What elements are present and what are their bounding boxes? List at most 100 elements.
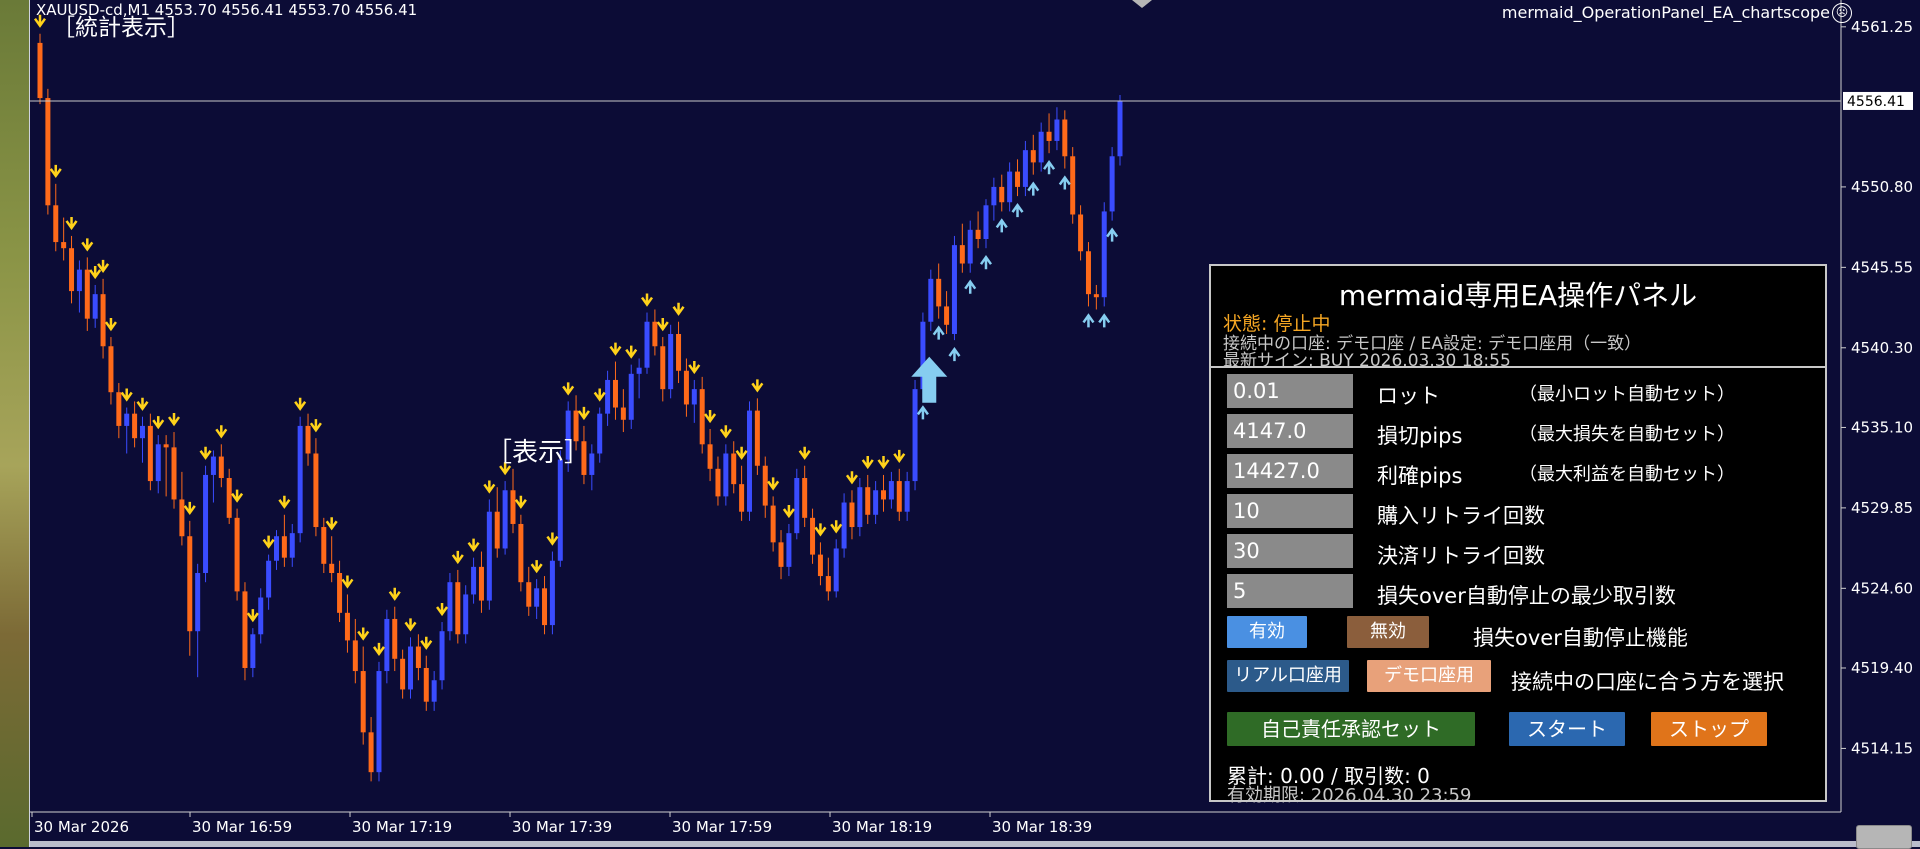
candle-body: [881, 490, 887, 500]
close-retry-input[interactable]: 30: [1227, 534, 1353, 568]
candle-body: [668, 333, 674, 390]
candle-body: [179, 499, 185, 537]
candle-body: [321, 527, 327, 564]
price-tick-label: 4529.85: [1851, 499, 1913, 517]
sell-signal-arrow: [372, 642, 385, 657]
scroll-button[interactable]: [1856, 825, 1912, 849]
candle-body: [746, 410, 752, 512]
candle-body: [652, 321, 658, 347]
candle-body: [999, 186, 1005, 203]
candle-body: [463, 594, 469, 635]
sell-signal-arrow: [81, 238, 94, 252]
real-account-button[interactable]: リアル口座用: [1227, 660, 1349, 692]
candle-body: [731, 453, 737, 485]
candle-body: [825, 576, 831, 592]
ea-operation-panel: mermaid専用EA操作パネル 状態: 停止中 接続中の口座: デモ口座 / …: [1209, 264, 1827, 806]
candle-body: [344, 612, 350, 641]
enable-button[interactable]: 有効: [1227, 616, 1307, 648]
takeprofit-input[interactable]: 14427.0: [1227, 454, 1353, 488]
candle-body: [61, 242, 67, 249]
candle-body: [478, 566, 484, 601]
price-tick-label: 4519.40: [1851, 659, 1913, 677]
top-marker-icon: [1132, 0, 1152, 8]
candle-body: [597, 413, 603, 454]
candle-body: [486, 511, 492, 601]
takeprofit-label: 利確pips: [1377, 464, 1463, 488]
sell-signal-arrow: [167, 413, 181, 427]
candle-body: [384, 618, 390, 672]
candle-body: [69, 248, 75, 292]
takeprofit-note: （最大利益を自動セット）: [1519, 464, 1735, 485]
sell-signal-arrow: [814, 523, 827, 537]
confirm-button[interactable]: 自己責任承認セット: [1227, 712, 1475, 746]
candle-body: [439, 631, 445, 681]
start-button[interactable]: スタート: [1509, 712, 1625, 746]
candle-body: [865, 487, 871, 515]
sell-signal-arrow: [688, 360, 701, 375]
candle-body: [155, 444, 161, 482]
ea-name: mermaid_OperationPanel_EA_chartscope: [1501, 3, 1830, 22]
candle-body: [313, 453, 319, 528]
time-tick-label: 30 Mar 18:39: [992, 818, 1092, 836]
buy-signal-arrow: [1027, 181, 1040, 196]
candle-body: [147, 425, 153, 482]
lot-input[interactable]: 0.01: [1227, 374, 1353, 408]
candle-body: [936, 278, 942, 307]
panel-divider: [1211, 366, 1825, 368]
candle-body: [549, 560, 555, 626]
display-label[interactable]: ［表示］: [486, 432, 590, 469]
sell-signal-arrow: [704, 409, 717, 424]
sell-signal-arrow: [514, 495, 527, 509]
candle-body: [739, 484, 745, 512]
buy-retry-input[interactable]: 10: [1227, 494, 1353, 528]
time-tick-label: 30 Mar 17:19: [352, 818, 452, 836]
sell-signal-arrow: [420, 636, 433, 650]
sell-signal-arrow: [735, 446, 748, 460]
candle-body: [45, 98, 51, 206]
time-tick-label: 30 Mar 16:59: [192, 818, 292, 836]
candle-body: [841, 502, 847, 549]
candle-body: [431, 680, 437, 702]
price-tick-label: 4545.55: [1851, 258, 1913, 276]
sell-signal-arrow: [845, 471, 858, 485]
sell-signal-arrow: [467, 538, 480, 552]
sell-signal-arrow: [65, 216, 78, 231]
background-strip: [0, 0, 30, 847]
sell-signal-arrow: [436, 603, 449, 617]
candle-body: [455, 582, 461, 635]
candle-body: [589, 453, 595, 475]
ea-remove-icon[interactable]: ☹: [1832, 3, 1852, 23]
candle-body: [683, 370, 689, 405]
candle-body: [218, 456, 224, 479]
sell-signal-arrow: [483, 480, 496, 494]
candle-body: [281, 536, 287, 558]
sell-signal-arrow: [388, 587, 401, 601]
bottom-scrollbar[interactable]: [30, 841, 1920, 847]
candle-body: [660, 346, 666, 390]
lot-note: （最小ロット自動セット）: [1519, 384, 1735, 405]
stat-display-label[interactable]: ［統計表示］: [52, 8, 190, 42]
buy-signal-arrow: [1011, 202, 1024, 218]
sell-signal-arrow: [183, 501, 196, 516]
demo-account-button[interactable]: デモ口座用: [1367, 660, 1491, 692]
candle-body: [967, 229, 973, 264]
sell-signal-arrow: [672, 302, 685, 316]
auto-stop-label: 損失over自動停止機能: [1473, 626, 1688, 650]
candle-body: [849, 502, 855, 528]
candle-body: [266, 560, 272, 598]
stop-button[interactable]: ストップ: [1651, 712, 1767, 746]
min-trades-input[interactable]: 5: [1227, 574, 1353, 608]
candle-body: [1054, 119, 1060, 141]
sell-signal-arrow: [199, 446, 212, 460]
candle-body: [226, 478, 232, 518]
price-tick-label: 4550.80: [1851, 178, 1913, 196]
candle-body: [912, 389, 918, 482]
candle-body: [991, 186, 997, 206]
candle-body: [297, 425, 303, 534]
disable-button[interactable]: 無効: [1347, 616, 1429, 648]
sell-signal-arrow: [609, 342, 622, 356]
sell-signal-arrow: [278, 495, 291, 509]
sell-signal-arrow: [877, 455, 890, 470]
stoploss-input[interactable]: 4147.0: [1227, 414, 1353, 448]
candle-body: [794, 478, 800, 534]
